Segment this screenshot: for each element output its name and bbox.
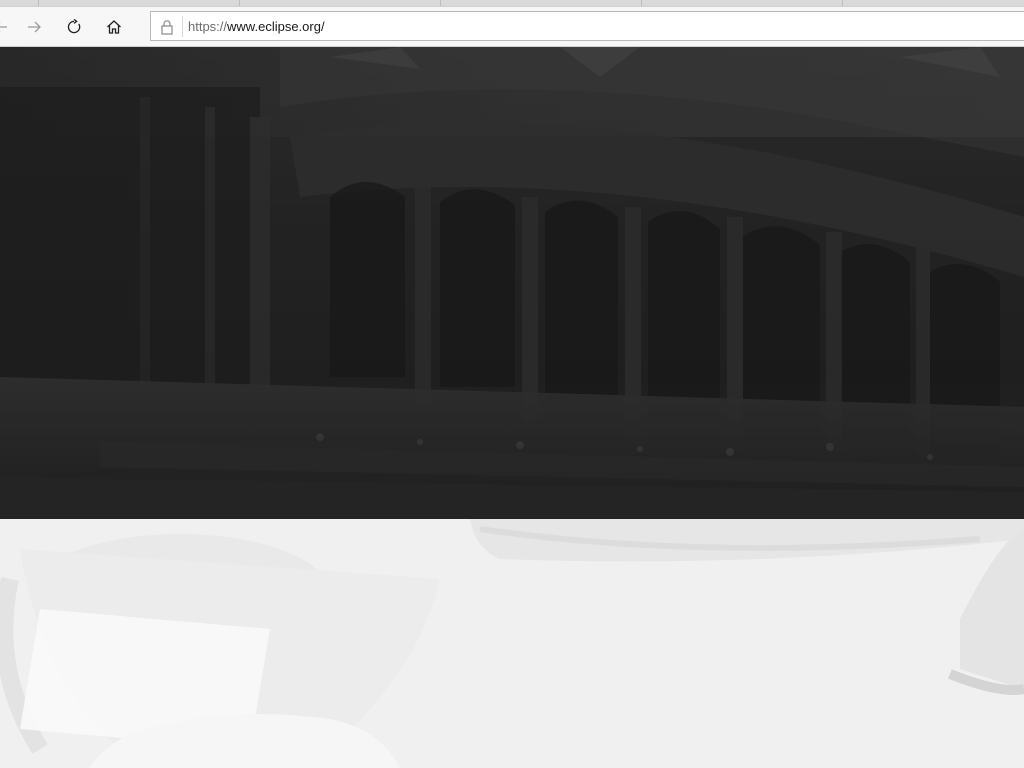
forward-arrow-icon: [28, 21, 41, 33]
background-workspace-image: [0, 519, 1024, 768]
browser-tab[interactable]: [38, 0, 239, 6]
browser-tab[interactable]: [641, 0, 842, 6]
back-arrow-icon: [0, 22, 7, 32]
url-scheme: https://: [188, 19, 228, 34]
url-host: www.eclipse.org/: [227, 19, 325, 34]
library-background-image: [0, 47, 1024, 519]
url-text[interactable]: https://www.eclipse.org/: [188, 19, 325, 35]
browser-tab[interactable]: [239, 0, 440, 6]
refresh-button[interactable]: [61, 14, 87, 40]
workspace-photo: [0, 519, 1024, 768]
browser-toolbar: https://www.eclipse.org/: [0, 7, 1024, 47]
home-icon: [107, 20, 121, 34]
address-bar[interactable]: https://www.eclipse.org/: [150, 11, 1024, 41]
home-button[interactable]: [101, 14, 127, 40]
address-divider: [182, 16, 183, 37]
refresh-icon: [67, 19, 81, 34]
forward-button[interactable]: [21, 14, 47, 40]
lock-icon[interactable]: [159, 19, 175, 35]
browser-tab[interactable]: [842, 0, 1024, 6]
hero-banner-image: [0, 47, 1024, 519]
browser-tab[interactable]: [440, 0, 641, 6]
back-button[interactable]: [0, 14, 14, 40]
tab-strip: [0, 0, 1024, 7]
